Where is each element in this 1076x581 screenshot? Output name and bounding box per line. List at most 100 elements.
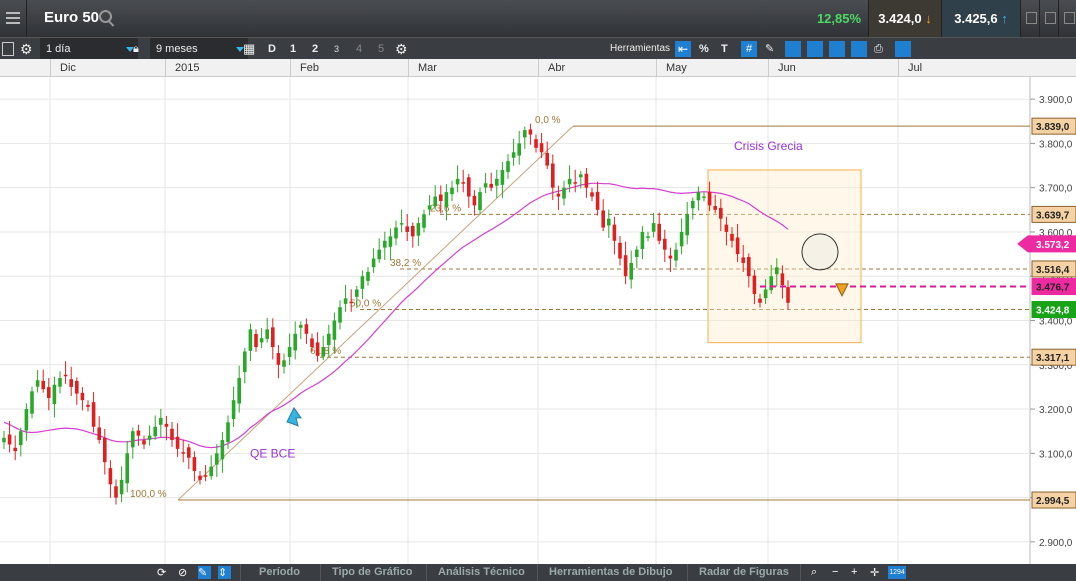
- candle-body: [444, 192, 449, 207]
- range-button-1[interactable]: 1: [290, 38, 296, 60]
- candle-body: [769, 276, 773, 291]
- candle-body: [539, 143, 544, 153]
- range-button-2[interactable]: 2: [312, 38, 318, 60]
- candle-body: [343, 298, 348, 304]
- interval-select[interactable]: 1 día: [40, 38, 138, 60]
- y-tick-label: 3.900,0: [1039, 95, 1073, 106]
- percent-icon[interactable]: %: [699, 38, 709, 60]
- candle-body: [271, 327, 275, 348]
- price-tag-text: 3.476,7: [1036, 283, 1070, 294]
- pen-icon[interactable]: ✎: [198, 566, 211, 579]
- candle-body: [13, 447, 17, 452]
- candle-body: [607, 218, 611, 226]
- candle-body: [416, 223, 421, 236]
- zoom-out-icon[interactable]: −: [832, 566, 845, 579]
- restore-icon[interactable]: [1020, 0, 1039, 37]
- sell-button[interactable]: 3.424,0 ↓: [868, 0, 941, 37]
- candle-body: [75, 380, 79, 394]
- candle-body: [243, 351, 247, 373]
- candle-body: [741, 257, 745, 263]
- fibonacci-label: 61,8 %: [310, 346, 341, 357]
- no-entry-icon[interactable]: ⊘: [178, 566, 191, 579]
- candle-body: [355, 289, 359, 297]
- candle-body: [719, 207, 723, 219]
- buy-button[interactable]: 3.425,6 ↑: [941, 0, 1020, 37]
- overlay-icon[interactable]: [807, 41, 823, 57]
- settings-icon[interactable]: ⚙: [20, 38, 33, 60]
- candle-body: [528, 129, 533, 135]
- back-arrow-icon[interactable]: ⇤: [675, 41, 691, 57]
- print-icon[interactable]: ⎙: [874, 38, 883, 60]
- share-icon[interactable]: [895, 41, 911, 57]
- candle-body: [153, 426, 157, 437]
- candle-body: [220, 440, 225, 460]
- period-tab[interactable]: Período: [259, 566, 300, 578]
- refresh-icon[interactable]: ⟳: [157, 566, 170, 579]
- candle-body: [315, 342, 320, 356]
- trend-line: [177, 125, 574, 501]
- x-tick-label: Feb: [300, 62, 319, 74]
- lock-icon[interactable]: 🔒︎: [133, 38, 139, 60]
- price-label: 3.839,0: [1031, 117, 1076, 135]
- detach-icon[interactable]: [1039, 0, 1058, 37]
- candle-body: [215, 453, 219, 465]
- candle-body: [640, 231, 645, 249]
- candle-body: [691, 200, 695, 209]
- chart-toolbar: ⚙ 1 día 🔒︎ 9 meses ▦ D 1 2 3 4 5 ⚙ Herra…: [0, 37, 1076, 60]
- candle-body: [668, 255, 673, 259]
- candle-body: [108, 468, 113, 485]
- updown-icon[interactable]: ⇕: [218, 566, 231, 579]
- grid-icon[interactable]: #: [741, 41, 757, 57]
- price-tag-text: 3.317,1: [1036, 353, 1070, 364]
- candle-body: [69, 379, 73, 387]
- candle-body: [747, 256, 751, 277]
- candle-body: [187, 447, 191, 458]
- draw-tool-icon[interactable]: ✎: [765, 38, 774, 60]
- candle-body: [427, 205, 432, 210]
- zoom-badge[interactable]: 1294: [888, 566, 906, 579]
- crosshair-icon[interactable]: ✛: [870, 566, 883, 579]
- close-icon[interactable]: [1058, 0, 1076, 37]
- candle-body: [181, 452, 185, 454]
- zoom-in-icon[interactable]: +: [851, 566, 864, 579]
- range-button-5[interactable]: 5: [378, 38, 384, 60]
- price-tag-text: 3.424,8: [1036, 306, 1070, 317]
- range-button-4[interactable]: 4: [356, 38, 362, 60]
- period-select[interactable]: 9 meses: [150, 38, 248, 60]
- technical-analysis-tab[interactable]: Análisis Técnico: [438, 566, 525, 578]
- search-icon[interactable]: [99, 10, 112, 23]
- pattern-radar-tab[interactable]: Radar de Figuras: [699, 566, 789, 578]
- candle-body: [730, 233, 734, 241]
- candle-body: [780, 273, 785, 286]
- menu-icon[interactable]: [0, 0, 27, 37]
- drawing-tools-tab[interactable]: Herramientas de Dibujo: [549, 566, 672, 578]
- change-percent: 12,85%: [816, 11, 862, 26]
- candle-body: [562, 187, 566, 199]
- range-button-3[interactable]: 3: [334, 38, 339, 60]
- candle-body: [685, 214, 689, 236]
- candle-body: [349, 301, 353, 304]
- drawings-icon[interactable]: [851, 41, 867, 57]
- list-icon[interactable]: [2, 42, 14, 56]
- zoom-icon[interactable]: ⌕: [811, 566, 824, 579]
- candle-body: [19, 431, 23, 446]
- chart-settings-icon[interactable]: ⚙: [395, 38, 408, 60]
- range-button-d[interactable]: D: [268, 38, 276, 60]
- fibonacci-label: 0,0 %: [535, 115, 561, 126]
- candle-body: [713, 206, 717, 210]
- candle-body: [534, 139, 538, 148]
- candle-body: [579, 174, 583, 178]
- candlestick-icon[interactable]: [785, 41, 801, 57]
- calendar-icon[interactable]: ▦: [243, 38, 255, 60]
- month-separator: [768, 59, 769, 76]
- candle-body: [259, 338, 264, 343]
- x-tick-label: Dic: [60, 62, 76, 74]
- y-tick-label: 3.400,0: [1039, 317, 1073, 328]
- candle-body: [489, 183, 493, 188]
- price-label: 3.639,7: [1031, 205, 1076, 223]
- interval-value: 1 día: [46, 43, 71, 55]
- price-chart[interactable]: 3.900,03.800,03.700,03.600,03.500,03.400…: [0, 77, 1076, 564]
- indicator-icon[interactable]: [829, 41, 845, 57]
- text-tool-icon[interactable]: T: [721, 38, 728, 60]
- chart-type-tab[interactable]: Tipo de Gráfico: [332, 566, 412, 578]
